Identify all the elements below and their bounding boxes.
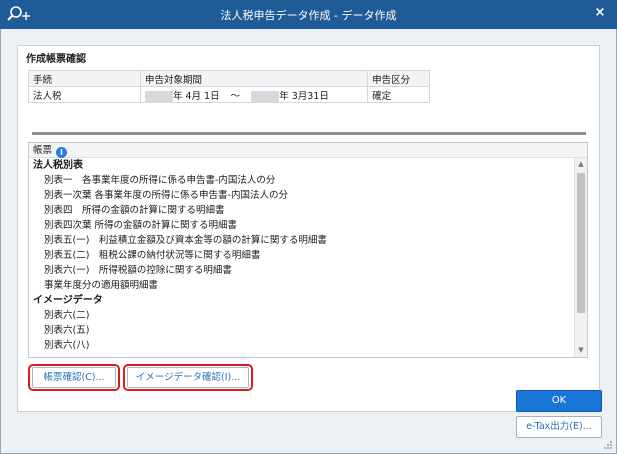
cell-category: 確定 <box>367 86 430 103</box>
summary-table: 手続 申告対象期間 申告区分 法人税 年 4月 1日 ～ 年 3月31日 確定 <box>28 70 430 103</box>
etax-output-button[interactable]: e-Tax出力(E)... <box>516 416 602 438</box>
panel-title: 作成帳票確認 <box>26 54 86 65</box>
scroll-up-icon[interactable]: ▲ <box>575 158 587 171</box>
scrollbar[interactable]: ▲ ▼ <box>574 158 587 357</box>
title-bar: 法人税申告データ作成 - データ作成 × <box>0 0 617 29</box>
summary-row: 法人税 年 4月 1日 ～ 年 3月31日 確定 <box>28 86 430 103</box>
header-category: 申告区分 <box>367 70 430 87</box>
period-end: 年 3月31日 <box>279 90 329 102</box>
confirmation-panel: 作成帳票確認 手続 申告対象期間 申告区分 法人税 年 4月 1日 ～ 年 3月… <box>17 45 600 412</box>
redacted-year <box>144 90 173 102</box>
image-data-check-button[interactable]: イメージデータ確認(I)... <box>127 367 249 388</box>
list-item[interactable]: 別表四 所得の金額の計算に関する明細書 <box>29 203 574 218</box>
dialog-body: 作成帳票確認 手続 申告対象期間 申告区分 法人税 年 4月 1日 ～ 年 3月… <box>0 29 617 454</box>
list-item[interactable]: 別表六(一) 所得税額の控除に関する明細書 <box>29 263 574 278</box>
list-item[interactable]: 別表六(二) <box>29 308 574 323</box>
form-check-button[interactable]: 帳票確認(C)... <box>32 367 116 388</box>
list-item[interactable]: 別表五(二) 租税公課の納付状況等に関する明細書 <box>29 248 574 263</box>
list-item[interactable]: 事業年度分の適用額明細書 <box>29 278 574 293</box>
listbox-header-label: 帳票 <box>33 145 53 156</box>
list-item[interactable]: 別表一 各事業年度の所得に係る申告書-内国法人の分 <box>29 173 574 188</box>
list-item[interactable]: 別表一次葉 各事業年度の所得に係る申告書-内国法人の分 <box>29 188 574 203</box>
cell-procedure: 法人税 <box>28 86 141 103</box>
period-tilde: ～ <box>230 90 241 102</box>
list-group-header: 法人税別表 <box>33 160 83 171</box>
resize-grip-icon[interactable] <box>603 440 613 450</box>
scroll-down-icon[interactable]: ▼ <box>575 344 587 357</box>
close-icon[interactable]: × <box>593 6 607 20</box>
window-title: 法人税申告データ作成 - データ作成 <box>220 9 397 22</box>
redacted-year <box>251 90 280 102</box>
divider <box>32 132 586 135</box>
period-start: 年 4月 1日 <box>172 90 220 102</box>
cell-period: 年 4月 1日 ～ 年 3月31日 <box>139 86 369 103</box>
list-item[interactable]: 別表四次葉 所得の金額の計算に関する明細書 <box>29 218 574 233</box>
list-group-header: イメージデータ <box>33 295 103 306</box>
list-item[interactable]: 別表六(八) <box>29 338 574 353</box>
ok-button[interactable]: OK <box>516 390 602 412</box>
header-procedure: 手続 <box>28 70 141 87</box>
list-item[interactable]: 別表六(五) <box>29 323 574 338</box>
forms-listbox[interactable]: 帳票 i 法人税別表別表一 各事業年度の所得に係る申告書-内国法人の分 別表一次葉 … <box>28 142 588 358</box>
scroll-thumb[interactable] <box>577 173 585 313</box>
list-item[interactable]: 別表五(一) 利益積立金額及び資本金等の額の計算に関する明細書 <box>29 233 574 248</box>
forms-list: 法人税別表別表一 各事業年度の所得に係る申告書-内国法人の分 別表一次葉 各事業年… <box>29 158 574 357</box>
header-period: 申告対象期間 <box>139 70 369 87</box>
info-icon[interactable]: i <box>56 147 68 158</box>
listbox-header: 帳票 i <box>29 143 587 158</box>
summary-header-row: 手続 申告対象期間 申告区分 <box>28 70 430 87</box>
